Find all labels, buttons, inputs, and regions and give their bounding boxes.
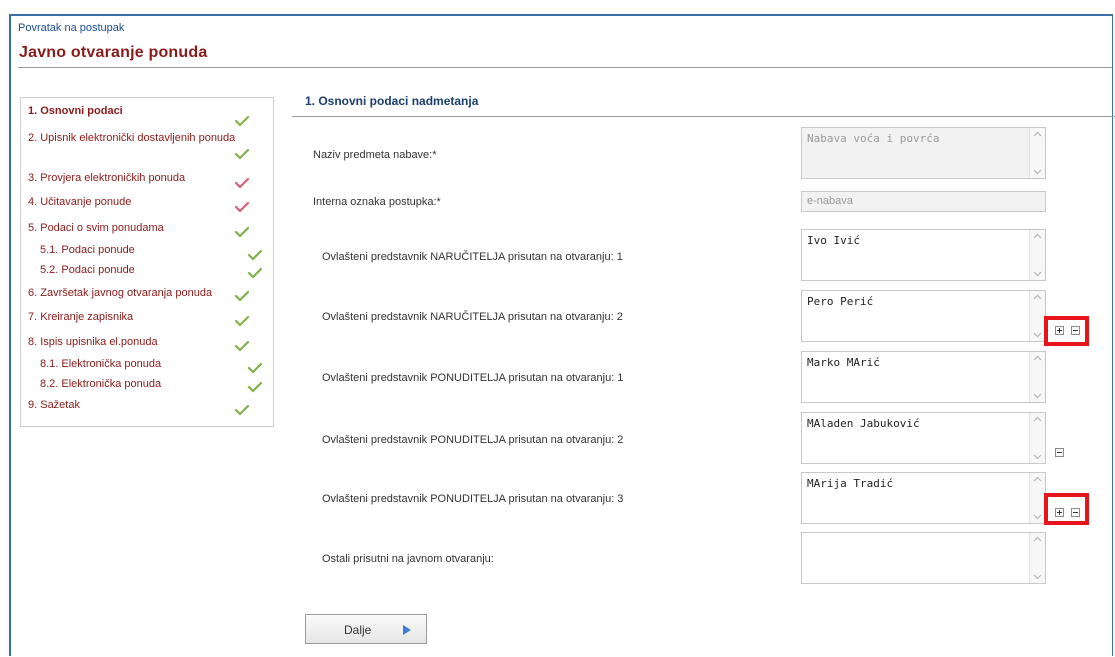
textarea-scrollbar[interactable]	[1029, 128, 1045, 178]
sidebar-item-kreiranje-zapisnika[interactable]: 7. Kreiranje zapisnika	[28, 311, 133, 323]
scroll-down-icon[interactable]	[1030, 570, 1045, 583]
next-button[interactable]: Dalje	[305, 614, 427, 644]
green-check-icon	[235, 404, 249, 416]
red-check-icon	[235, 201, 249, 213]
textarea-scrollbar[interactable]	[1029, 352, 1045, 402]
green-check-icon	[235, 315, 249, 327]
green-check-icon	[248, 362, 262, 374]
green-check-icon	[235, 115, 249, 127]
scroll-up-icon[interactable]	[1030, 230, 1045, 243]
play-arrow-icon	[403, 625, 411, 638]
sidebar-item-ucitavanje[interactable]: 4. Učitavanje ponude	[28, 196, 131, 208]
field-label-ostali-prisutni: Ostali prisutni na javnom otvaranju:	[322, 553, 494, 565]
remove-row-icon[interactable]	[1055, 448, 1064, 457]
sidebar-item-podaci-svim[interactable]: 5. Podaci o svim ponudama	[28, 222, 164, 234]
field-label-ponuditelj-1: Ovlašteni predstavnik PONUDITELJA prisut…	[322, 372, 624, 384]
scroll-up-icon[interactable]	[1030, 413, 1045, 426]
sidebar-item-elektronicka-ponuda-2[interactable]: 8.2. Elektronička ponuda	[40, 378, 161, 390]
textarea-value: Ivo Ivić	[807, 234, 860, 247]
textarea-value: MArija Tradić	[807, 477, 894, 490]
highlight-box	[1044, 316, 1089, 346]
add-row-icon[interactable]	[1055, 326, 1064, 335]
ostali-prisutni-textarea[interactable]	[801, 532, 1046, 584]
scroll-up-icon[interactable]	[1030, 473, 1045, 486]
sidebar-item-podaci-ponude-1[interactable]: 5.1. Podaci ponude	[40, 244, 135, 256]
green-check-icon	[248, 381, 262, 393]
textarea-value: Nabava voća i povrća	[807, 132, 940, 145]
field-label-narucitelj-2: Ovlašteni predstavnik NARUČITELJA prisut…	[322, 311, 623, 323]
green-check-icon	[235, 226, 249, 238]
textarea-scrollbar[interactable]	[1029, 230, 1045, 280]
scroll-up-icon[interactable]	[1030, 128, 1045, 141]
textarea-scrollbar[interactable]	[1029, 533, 1045, 583]
narucitelj-2-textarea[interactable]: Pero Perić	[801, 290, 1046, 342]
sidebar-item-podaci-ponude-2[interactable]: 5.2. Podaci ponude	[40, 264, 135, 276]
next-button-label: Dalje	[344, 623, 372, 637]
scroll-down-icon[interactable]	[1030, 450, 1045, 463]
ponuditelj-1-textarea[interactable]: Marko MArić	[801, 351, 1046, 403]
back-to-procedure-link[interactable]: Povratak na postupak	[18, 22, 124, 34]
sidebar-item-provjera[interactable]: 3. Provjera elektroničkih ponuda	[28, 172, 185, 184]
green-check-icon	[248, 249, 262, 261]
textarea-value: Pero Perić	[807, 295, 874, 308]
interna-oznaka-input[interactable]: e-nabava	[801, 191, 1046, 212]
scroll-up-icon[interactable]	[1030, 352, 1045, 365]
scroll-up-icon[interactable]	[1030, 533, 1045, 546]
green-check-icon	[235, 290, 249, 302]
add-row-icon[interactable]	[1055, 508, 1064, 517]
scroll-down-icon[interactable]	[1030, 389, 1045, 402]
scroll-down-icon[interactable]	[1030, 267, 1045, 280]
sidebar-item-sazetak[interactable]: 9. Sažetak	[28, 399, 80, 411]
textarea-scrollbar[interactable]	[1029, 473, 1045, 523]
green-check-icon	[235, 340, 249, 352]
ponuditelj-3-textarea[interactable]: MArija Tradić	[801, 472, 1046, 524]
scroll-down-icon[interactable]	[1030, 328, 1045, 341]
scroll-down-icon[interactable]	[1030, 510, 1045, 523]
title-divider	[18, 67, 1112, 68]
ponuditelj-2-textarea[interactable]: MAladen Jabuković	[801, 412, 1046, 464]
green-check-icon	[248, 267, 262, 279]
field-label-interna-oznaka: Interna oznaka postupka:*	[313, 196, 441, 208]
textarea-scrollbar[interactable]	[1029, 291, 1045, 341]
sidebar-item-zavrsetak[interactable]: 6. Završetak javnog otvaranja ponuda	[28, 287, 212, 299]
sidebar-item-ispis-upisnika[interactable]: 8. Ispis upisnika el.ponuda	[28, 336, 158, 348]
narucitelj-1-textarea[interactable]: Ivo Ivić	[801, 229, 1046, 281]
red-check-icon	[235, 177, 249, 189]
section-divider	[292, 116, 1115, 117]
scroll-up-icon[interactable]	[1030, 291, 1045, 304]
green-check-icon	[235, 148, 249, 160]
sidebar-item-upisnik[interactable]: 2. Upisnik elektronički dostavljenih pon…	[28, 132, 235, 144]
page-title: Javno otvaranje ponuda	[19, 44, 208, 61]
field-label-ponuditelj-2: Ovlašteni predstavnik PONUDITELJA prisut…	[322, 434, 624, 446]
remove-row-icon[interactable]	[1071, 508, 1080, 517]
sidebar-item-elektronicka-ponuda-1[interactable]: 8.1. Elektronička ponuda	[40, 358, 161, 370]
field-label-naziv-predmeta: Naziv predmeta nabave:*	[313, 149, 437, 161]
scroll-down-icon[interactable]	[1030, 165, 1045, 178]
field-label-ponuditelj-3: Ovlašteni predstavnik PONUDITELJA prisut…	[322, 493, 624, 505]
textarea-scrollbar[interactable]	[1029, 413, 1045, 463]
section-title: 1. Osnovni podaci nadmetanja	[305, 94, 479, 108]
textarea-value: MAladen Jabuković	[807, 417, 920, 430]
field-label-narucitelj-1: Ovlašteni predstavnik NARUČITELJA prisut…	[322, 251, 623, 263]
textarea-value: Marko MArić	[807, 356, 880, 369]
naziv-predmeta-textarea[interactable]: Nabava voća i povrća	[801, 127, 1046, 179]
remove-row-icon[interactable]	[1071, 326, 1080, 335]
highlight-box	[1044, 493, 1089, 525]
sidebar-item-osnovni-podaci[interactable]: 1. Osnovni podaci	[28, 105, 123, 117]
